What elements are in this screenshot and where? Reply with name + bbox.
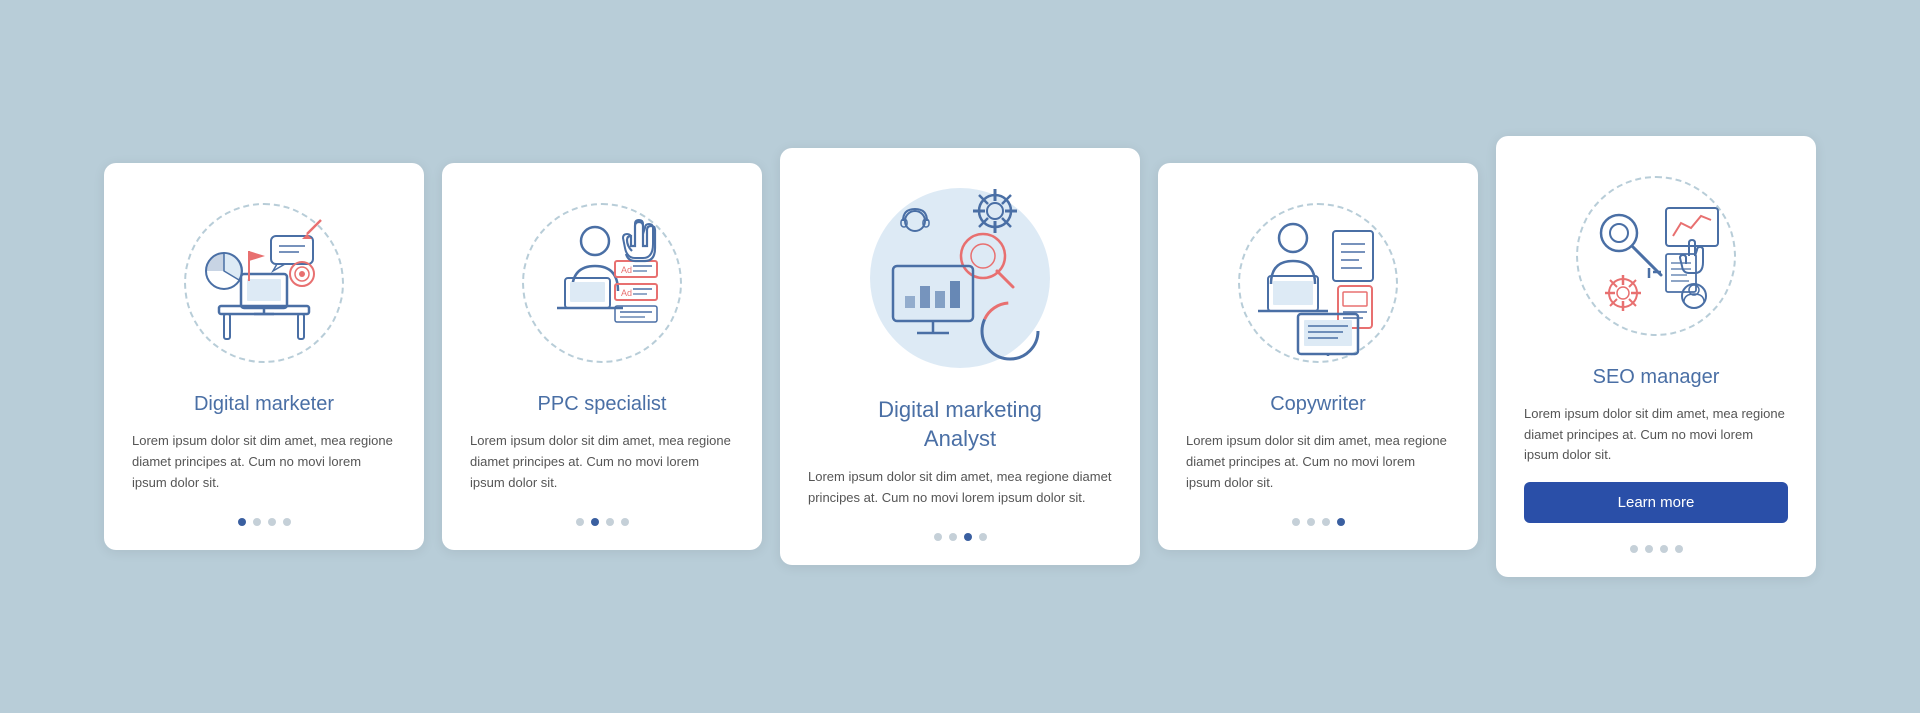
icon-area-seo-manager <box>1566 166 1746 346</box>
dot-0 <box>238 518 246 526</box>
card-title-analyst: Digital marketing Analyst <box>878 396 1042 453</box>
card-desc-copywriter: Lorem ipsum dolor sit dim amet, mea regi… <box>1186 431 1450 493</box>
dot-1 <box>949 533 957 541</box>
dot-3 <box>1337 518 1345 526</box>
card-title-copywriter: Copywriter <box>1270 391 1366 417</box>
icon-area-digital-marketer <box>174 193 354 373</box>
card-ppc-specialist: Ad Ad PPC specialist <box>442 163 762 549</box>
dots-ppc-specialist <box>576 510 629 526</box>
dots-digital-marketer <box>238 510 291 526</box>
cards-container: Digital marketer Lorem ipsum dolor sit d… <box>0 106 1920 607</box>
learn-more-button[interactable]: Learn more <box>1524 482 1788 523</box>
icon-area-analyst <box>860 178 1060 378</box>
dot-0 <box>576 518 584 526</box>
dot-1 <box>1645 545 1653 553</box>
dot-0 <box>1630 545 1638 553</box>
digital-marketer-icon <box>189 206 339 361</box>
dot-0 <box>1292 518 1300 526</box>
card-desc-analyst: Lorem ipsum dolor sit dim amet, mea regi… <box>808 467 1112 509</box>
ppc-specialist-icon: Ad Ad <box>527 206 677 361</box>
analyst-icon <box>865 181 1055 376</box>
card-digital-marketer: Digital marketer Lorem ipsum dolor sit d… <box>104 163 424 549</box>
card-desc-digital-marketer: Lorem ipsum dolor sit dim amet, mea regi… <box>132 431 396 493</box>
dots-seo-manager <box>1630 537 1683 553</box>
svg-text:Ad: Ad <box>621 265 632 275</box>
dot-3 <box>283 518 291 526</box>
dot-3 <box>979 533 987 541</box>
dot-3 <box>621 518 629 526</box>
dot-2 <box>964 533 972 541</box>
card-title-ppc-specialist: PPC specialist <box>538 391 667 417</box>
seo-manager-icon <box>1581 178 1731 333</box>
card-desc-ppc-specialist: Lorem ipsum dolor sit dim amet, mea regi… <box>470 431 734 493</box>
dots-analyst <box>934 525 987 541</box>
dots-copywriter <box>1292 510 1345 526</box>
card-seo-manager: SEO manager Lorem ipsum dolor sit dim am… <box>1496 136 1816 577</box>
svg-text:Ad: Ad <box>621 288 632 298</box>
card-desc-seo-manager: Lorem ipsum dolor sit dim amet, mea regi… <box>1524 404 1788 466</box>
dot-2 <box>1660 545 1668 553</box>
dot-2 <box>606 518 614 526</box>
dot-2 <box>268 518 276 526</box>
card-title-seo-manager: SEO manager <box>1593 364 1720 390</box>
card-digital-marketing-analyst: Digital marketing Analyst Lorem ipsum do… <box>780 148 1140 565</box>
card-title-digital-marketer: Digital marketer <box>194 391 334 417</box>
dot-0 <box>934 533 942 541</box>
dot-1 <box>253 518 261 526</box>
dot-3 <box>1675 545 1683 553</box>
card-copywriter: Copywriter Lorem ipsum dolor sit dim ame… <box>1158 163 1478 549</box>
copywriter-icon <box>1243 206 1393 361</box>
dot-2 <box>1322 518 1330 526</box>
icon-area-ppc-specialist: Ad Ad <box>512 193 692 373</box>
dot-1 <box>1307 518 1315 526</box>
dot-1 <box>591 518 599 526</box>
icon-area-copywriter <box>1228 193 1408 373</box>
